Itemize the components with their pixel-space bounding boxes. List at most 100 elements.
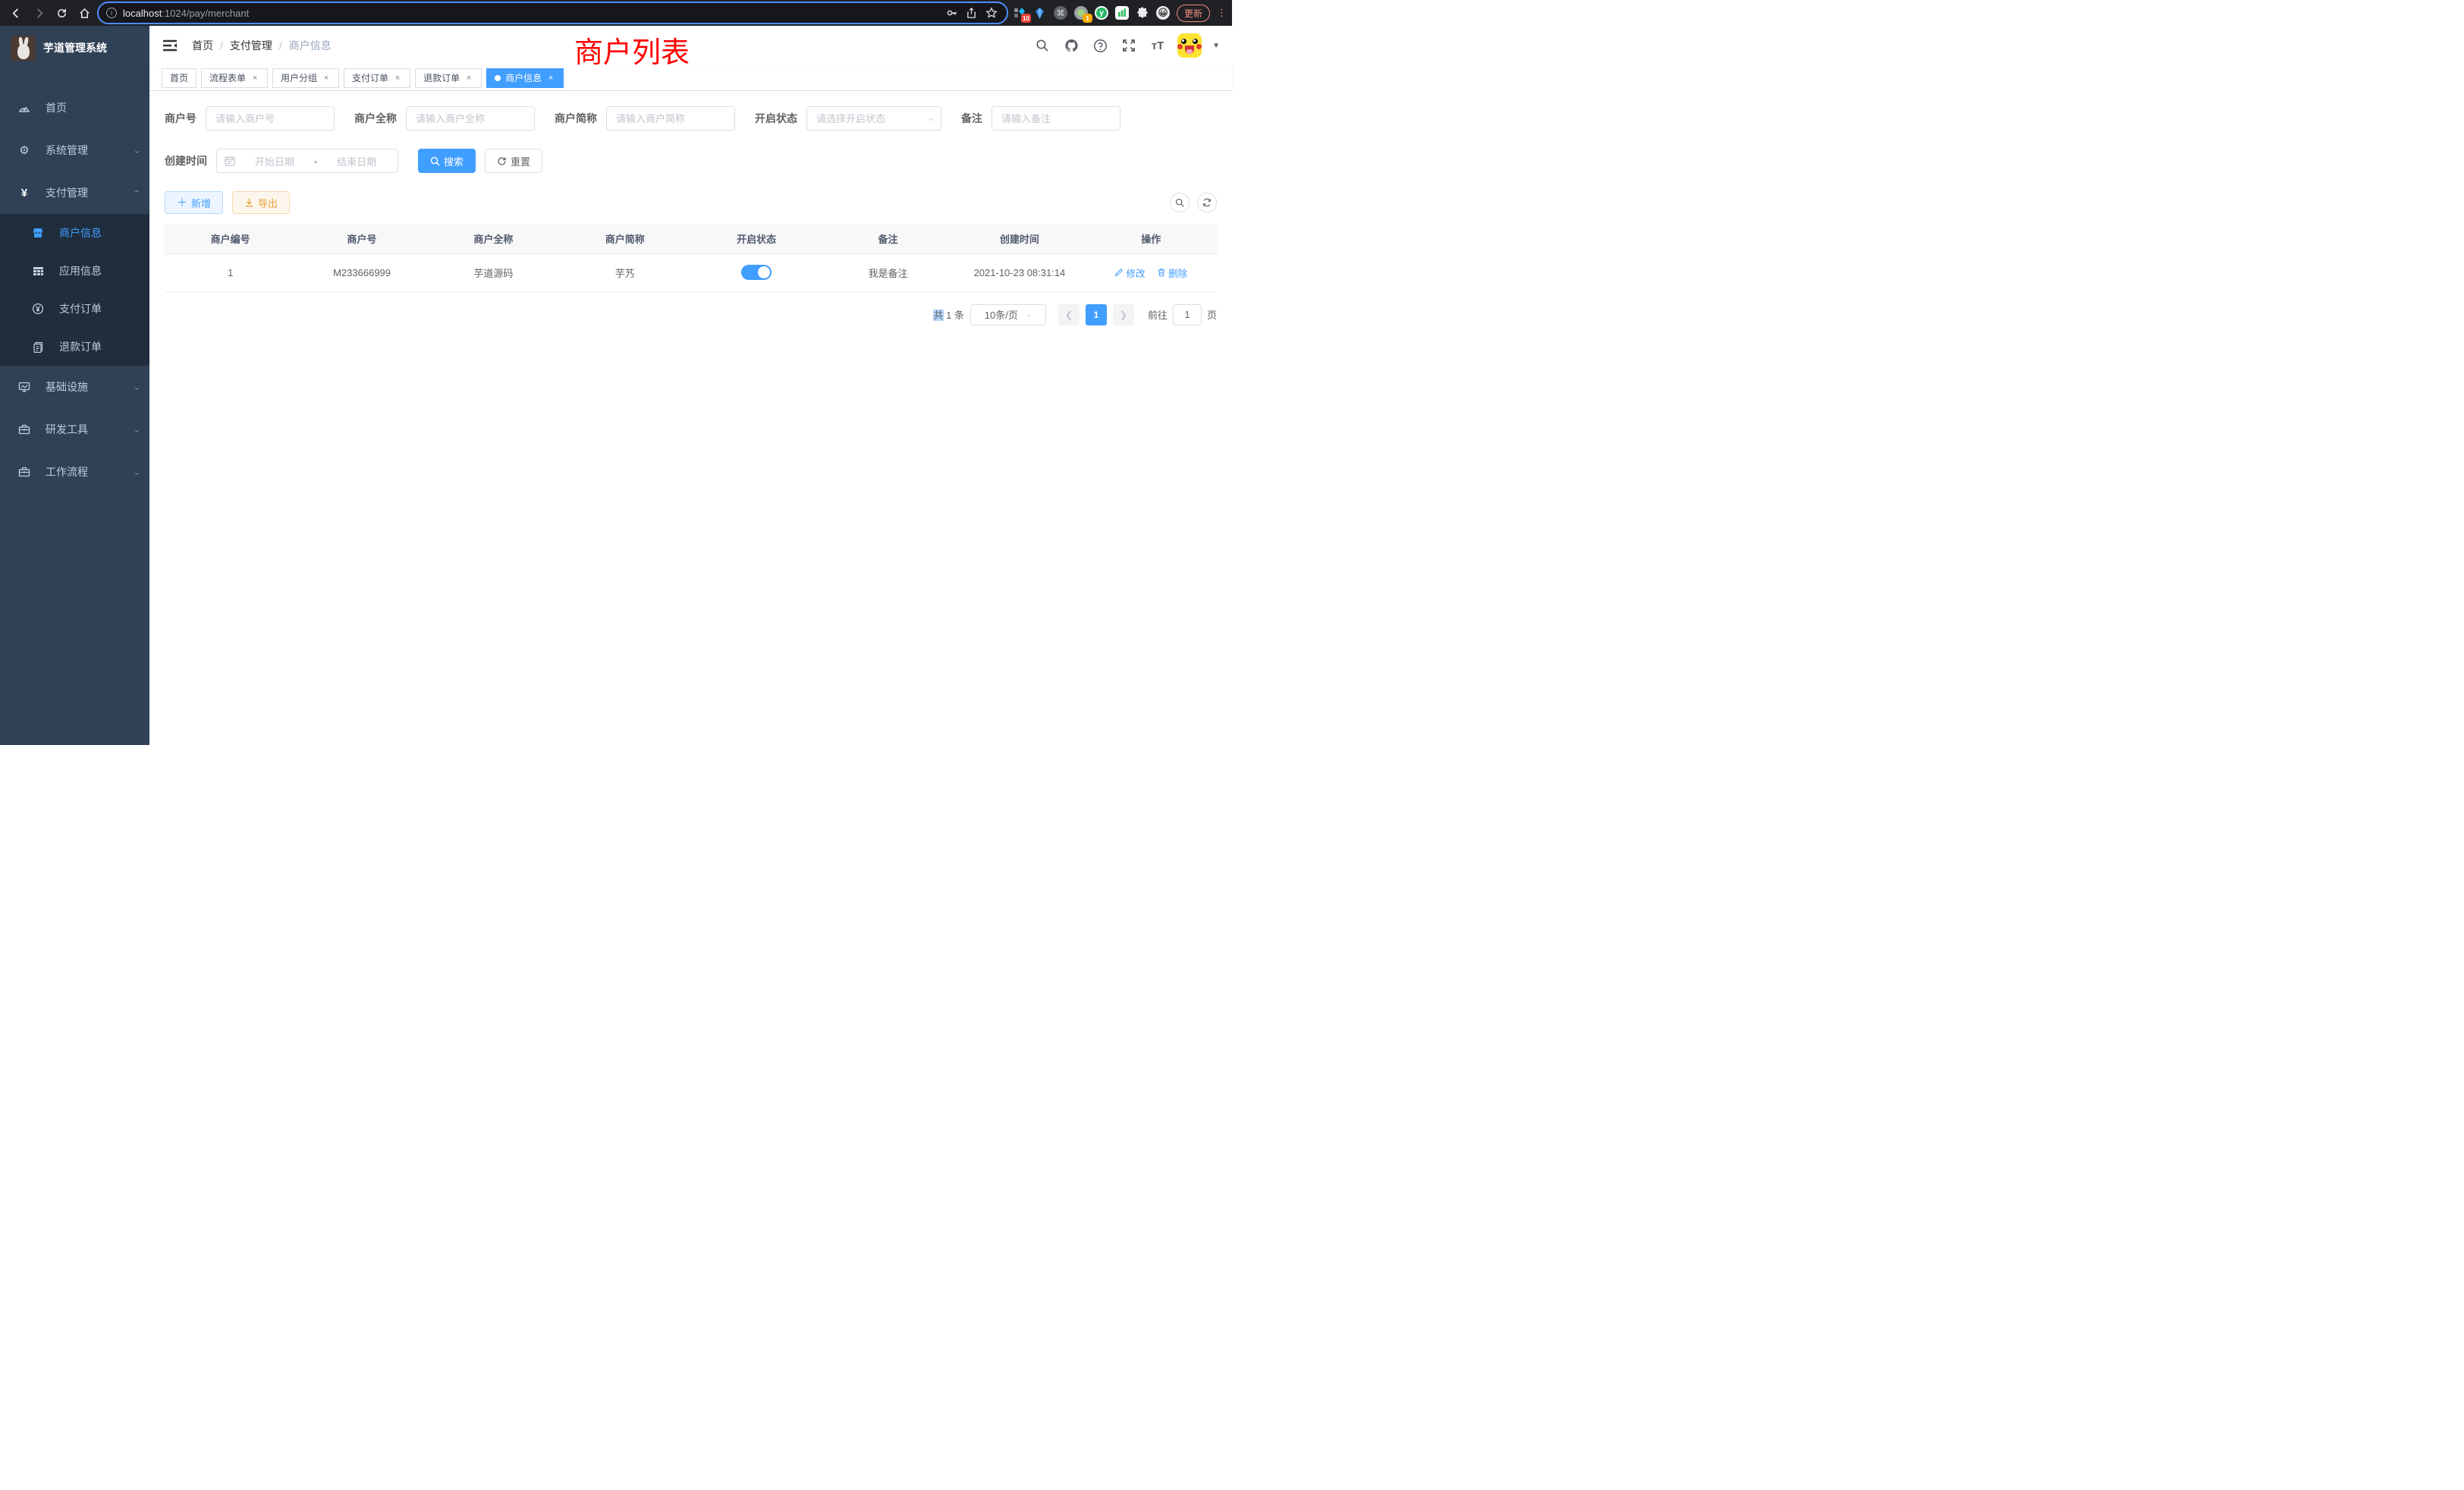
browser-home-button[interactable] (76, 5, 93, 21)
sidebar-item-infra[interactable]: 基础设施 ⌄ (0, 366, 149, 408)
short-name-input[interactable] (606, 106, 735, 130)
edit-link[interactable]: 修改 (1114, 266, 1145, 280)
cell-create-time: 2021-10-23 08:31:14 (954, 253, 1085, 291)
date-end-placeholder[interactable]: 结束日期 (323, 154, 390, 168)
date-range-picker[interactable]: 开始日期 - 结束日期 (216, 149, 398, 173)
sidebar-item-dev-tools[interactable]: 研发工具 ⌄ (0, 408, 149, 451)
ext-note-icon[interactable] (1115, 6, 1129, 20)
date-start-placeholder[interactable]: 开始日期 (241, 154, 308, 168)
status-toggle[interactable] (741, 265, 772, 280)
breadcrumb-pay[interactable]: 支付管理 (230, 38, 272, 53)
ext-tabs-grid-icon[interactable]: 10 (1013, 6, 1026, 20)
reset-button[interactable]: 重置 (485, 149, 542, 173)
sidebar-item-pay-order[interactable]: 支付订单 (0, 290, 149, 328)
delete-link[interactable]: 删除 (1157, 266, 1187, 280)
store-icon (30, 227, 46, 239)
close-icon[interactable]: × (464, 74, 473, 83)
fullscreen-icon[interactable] (1120, 36, 1138, 55)
filter-merchant-no: 商户号 (165, 106, 335, 130)
col-create-time: 创建时间 (954, 225, 1085, 253)
col-short-name: 商户简称 (559, 225, 690, 253)
status-select-input[interactable] (806, 106, 941, 130)
table-row[interactable]: 1 M233666999 芋道源码 芋艿 我是备注 2021-10-23 08:… (165, 253, 1217, 291)
address-bar[interactable]: i localhost:1024/pay/merchant (99, 3, 1007, 23)
password-key-icon[interactable] (946, 7, 960, 19)
close-icon[interactable]: × (250, 74, 259, 83)
ext-circle-icon[interactable]: 1 (1074, 6, 1088, 20)
tab-merchant-info[interactable]: 商户信息× (486, 68, 564, 88)
user-avatar[interactable] (1177, 33, 1202, 58)
remark-input[interactable] (992, 106, 1120, 130)
bookmark-star-icon[interactable] (985, 7, 999, 19)
share-icon[interactable] (966, 8, 979, 19)
sidebar-item-workflow[interactable]: 工作流程 ⌄ (0, 451, 149, 493)
active-dot (495, 75, 501, 81)
full-name-input[interactable] (406, 106, 535, 130)
refresh-icon[interactable] (1197, 193, 1217, 212)
page-number-1[interactable]: 1 (1086, 304, 1107, 325)
col-remark: 备注 (822, 225, 954, 253)
sidebar-item-merchant-info[interactable]: 商户信息 (0, 214, 149, 252)
avatar-caret-icon[interactable]: ▼ (1212, 42, 1220, 50)
table-header-row: 商户编号 商户号 商户全称 商户简称 开启状态 备注 创建时间 操作 (165, 225, 1217, 253)
prev-page-button[interactable]: ❮ (1058, 304, 1080, 325)
search-button[interactable]: 搜索 (418, 149, 476, 173)
top-navbar: 首页 / 支付管理 / 商户信息 тT (149, 26, 1232, 65)
browser-forward-button[interactable] (30, 5, 47, 21)
tab-refund-order[interactable]: 退款订单× (415, 68, 482, 88)
table-grid-icon (30, 266, 46, 277)
yen-circle-icon (30, 303, 46, 315)
ext-command-icon[interactable]: ⌘ (1054, 6, 1067, 20)
status-select[interactable]: ⌄ (806, 106, 941, 130)
close-icon[interactable]: × (393, 74, 402, 83)
sidebar-item-app-info[interactable]: 应用信息 (0, 252, 149, 290)
sidebar-item-home[interactable]: 首页 (0, 86, 149, 129)
app-title: 芋道管理系统 (43, 40, 107, 55)
sidebar-logo[interactable]: 芋道管理系统 (0, 29, 149, 67)
tab-user-group[interactable]: 用户分组× (272, 68, 339, 88)
sidebar-item-system[interactable]: ⚙ 系统管理 ⌄ (0, 129, 149, 171)
browser-back-button[interactable] (8, 5, 24, 21)
search-icon[interactable] (1033, 36, 1051, 55)
ext-y-icon[interactable]: y (1095, 6, 1108, 20)
help-icon[interactable] (1091, 36, 1109, 55)
tab-home[interactable]: 首页 (162, 68, 196, 88)
tab-process-form[interactable]: 流程表单× (201, 68, 268, 88)
sidebar-item-pay[interactable]: ¥ 支付管理 ⌃ (0, 171, 149, 214)
merchant-no-input[interactable] (206, 106, 335, 130)
browser-reload-button[interactable] (53, 5, 70, 21)
remark-label: 备注 (961, 111, 982, 126)
close-icon[interactable]: × (546, 74, 555, 83)
page-unit-label: 页 (1207, 307, 1217, 322)
cell-status (691, 253, 822, 291)
logo-rabbit-image (11, 36, 36, 61)
url-text[interactable]: localhost:1024/pay/merchant (123, 8, 940, 19)
goto-page-input[interactable] (1173, 304, 1202, 325)
github-icon[interactable] (1062, 36, 1080, 55)
page-size-select[interactable]: 10条/页 ⌄ (970, 304, 1046, 325)
browser-menu-icon[interactable]: ⋮ (1217, 7, 1224, 19)
sidebar-collapse-icon[interactable] (162, 37, 178, 54)
ext-badge: 1 (1083, 14, 1092, 23)
next-page-button[interactable]: ❯ (1113, 304, 1134, 325)
table-tools (1170, 193, 1217, 212)
breadcrumb-home[interactable]: 首页 (192, 38, 213, 53)
export-button[interactable]: 导出 (232, 191, 290, 214)
filter-short-name: 商户简称 (555, 106, 735, 130)
tab-pay-order[interactable]: 支付订单× (344, 68, 410, 88)
site-info-icon[interactable]: i (106, 8, 117, 18)
close-icon[interactable]: × (322, 74, 331, 83)
browser-update-button[interactable]: 更新 (1177, 5, 1210, 22)
extensions-puzzle-icon[interactable] (1136, 6, 1149, 20)
navbar-actions: тT ▼ (1033, 33, 1220, 58)
full-name-label: 商户全称 (354, 111, 397, 126)
merchant-no-label: 商户号 (165, 111, 196, 126)
profile-avatar-icon[interactable]: 😀 (1156, 6, 1170, 20)
cell-short-name: 芋艿 (559, 253, 690, 291)
add-button[interactable]: ＋ 新增 (165, 191, 223, 214)
font-size-icon[interactable]: тT (1149, 36, 1167, 55)
sidebar-item-refund-order[interactable]: 退款订单 (0, 328, 149, 366)
sidebar-menu: 首页 ⚙ 系统管理 ⌄ ¥ 支付管理 ⌃ 商户信息 (0, 86, 149, 493)
ext-gem-icon[interactable] (1033, 6, 1047, 20)
show-search-toggle-icon[interactable] (1170, 193, 1190, 212)
